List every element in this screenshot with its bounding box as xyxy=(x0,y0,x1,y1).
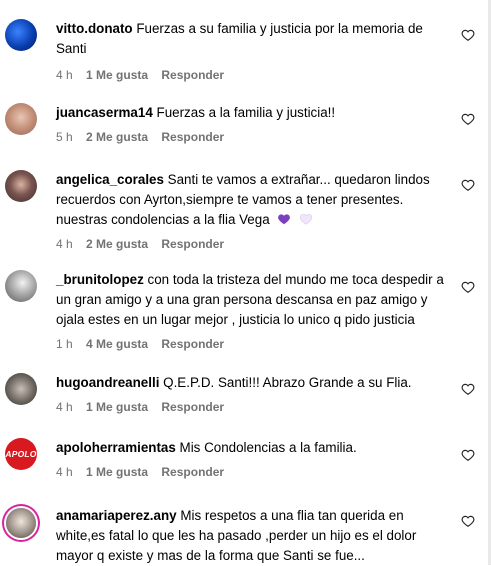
comment-time: 1 h xyxy=(56,337,73,351)
comment-username[interactable]: anamariaperez.any xyxy=(56,508,177,523)
avatar[interactable] xyxy=(5,170,37,202)
comment-username[interactable]: juancaserma14 xyxy=(56,105,153,120)
heart-outline-icon[interactable] xyxy=(461,112,475,126)
comment-time: 4 h xyxy=(56,237,73,251)
purple-heart-emoji xyxy=(278,214,291,225)
comment-username[interactable]: apoloherramientas xyxy=(56,440,176,455)
comment-username[interactable]: angelica_corales xyxy=(56,172,164,187)
avatar[interactable] xyxy=(5,103,37,135)
comment-time: 5 h xyxy=(56,130,73,144)
comment-likes[interactable]: 1 Me gusta xyxy=(86,400,148,414)
reply-button[interactable]: Responder xyxy=(161,237,224,251)
heart-outline-icon[interactable] xyxy=(461,280,475,294)
heart-outline-icon[interactable] xyxy=(461,28,475,42)
comment-likes[interactable]: 4 Me gusta xyxy=(86,337,148,351)
comment-username[interactable]: _brunitolopez xyxy=(56,272,144,287)
comment-likes[interactable]: 1 Me gusta xyxy=(86,68,148,82)
comment-likes[interactable]: 2 Me gusta xyxy=(86,237,148,251)
comment-text: Q.E.P.D. Santi!!! Abrazo Grande a su Fli… xyxy=(163,375,412,390)
heart-outline-icon[interactable] xyxy=(461,448,475,462)
comment-username[interactable]: hugoandreanelli xyxy=(56,375,159,390)
avatar[interactable] xyxy=(5,373,37,405)
avatar[interactable] xyxy=(5,270,37,302)
reply-button[interactable]: Responder xyxy=(161,400,224,414)
heart-outline-icon[interactable] xyxy=(461,178,475,192)
comment-likes[interactable]: 2 Me gusta xyxy=(86,130,148,144)
comment-text: Fuerzas a la familia y justicia!! xyxy=(156,105,336,120)
comment-text: Mis Condolencias a la familia. xyxy=(179,440,357,455)
comment-time: 4 h xyxy=(56,68,73,82)
avatar-story-ring[interactable] xyxy=(6,508,36,538)
white-heart-emoji xyxy=(299,214,313,225)
comment-time: 4 h xyxy=(56,465,73,479)
heart-outline-icon[interactable] xyxy=(461,514,475,528)
reply-button[interactable]: Responder xyxy=(161,130,224,144)
avatar[interactable]: APOLO xyxy=(5,438,37,470)
comment-likes[interactable]: 1 Me gusta xyxy=(86,465,148,479)
heart-outline-icon[interactable] xyxy=(461,382,475,396)
comment-username[interactable]: vitto.donato xyxy=(56,21,133,36)
reply-button[interactable]: Responder xyxy=(161,68,224,82)
reply-button[interactable]: Responder xyxy=(161,337,224,351)
reply-button[interactable]: Responder xyxy=(161,465,224,479)
comment-time: 4 h xyxy=(56,400,73,414)
apolo-logo: APOLO xyxy=(5,449,37,459)
avatar[interactable] xyxy=(5,19,37,51)
